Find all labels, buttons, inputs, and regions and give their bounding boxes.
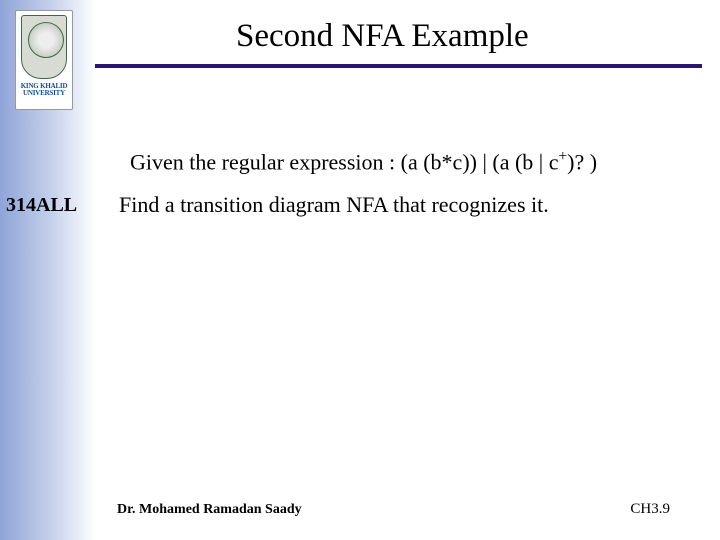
footer-page: CH3.9 [630, 501, 670, 518]
footer-author: Dr. Mohamed Ramadan Saady [117, 502, 302, 518]
slide: KING KHALID UNIVERSITY 314ALL Second NFA… [0, 0, 720, 540]
body-line-2: Find a transition diagram NFA that recog… [119, 192, 549, 218]
crest-icon [21, 15, 67, 79]
page-title: Second NFA Example [236, 18, 529, 55]
course-code: 314ALL [6, 194, 77, 217]
body-line-1: Given the regular expression : (a (b*c))… [130, 148, 597, 175]
university-logo: KING KHALID UNIVERSITY [15, 10, 73, 110]
line1-prefix: Given the regular expression : (a (b*c))… [130, 149, 558, 174]
line1-suffix: )? ) [567, 149, 597, 174]
line1-superscript: + [558, 148, 567, 165]
title-underline [95, 64, 702, 68]
logo-caption: KING KHALID UNIVERSITY [16, 83, 72, 97]
